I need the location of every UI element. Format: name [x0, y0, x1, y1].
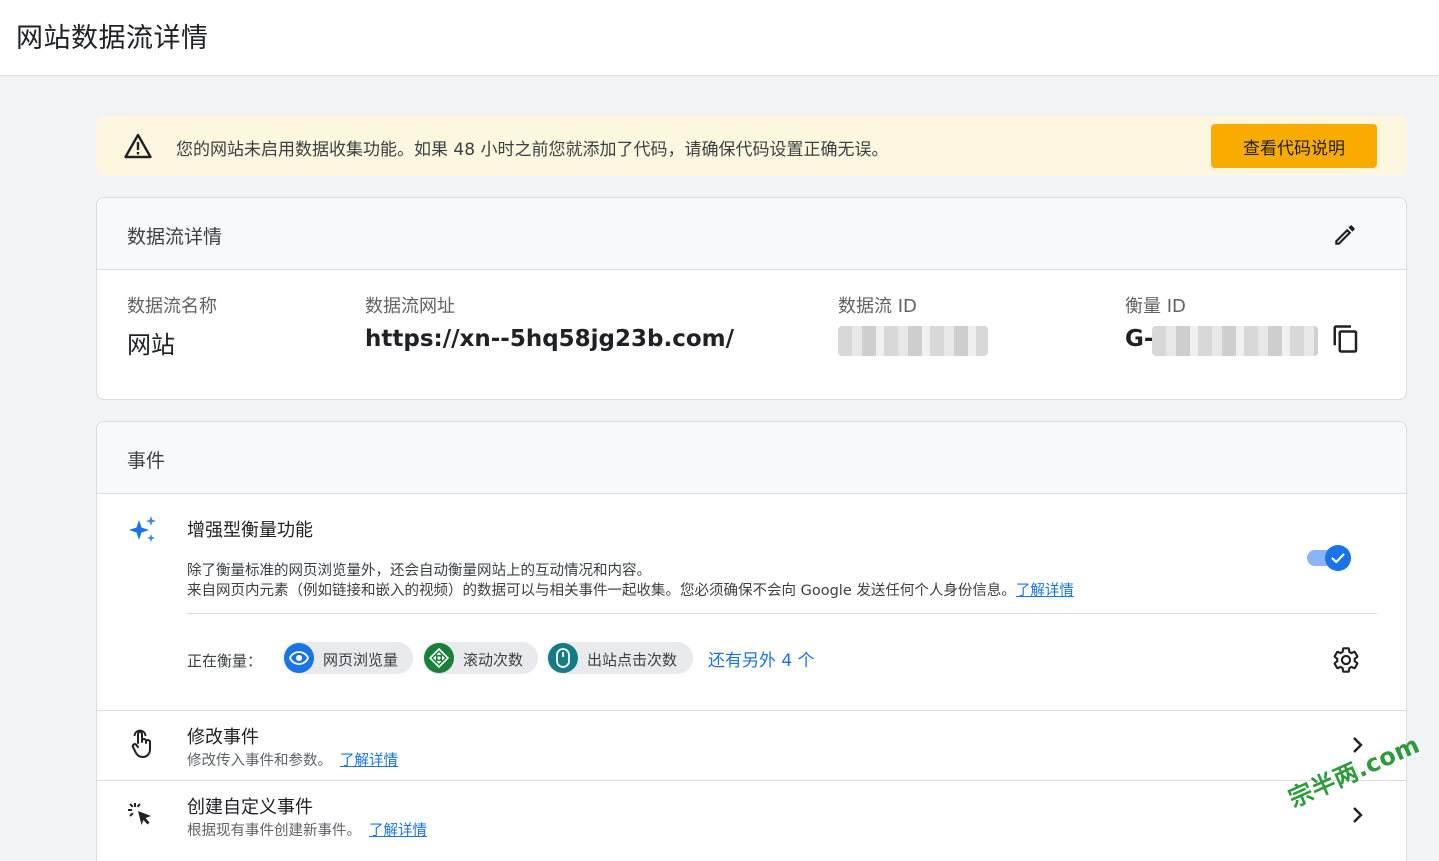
stream-name-value: 网站 [127, 331, 175, 359]
touch-hand-icon [131, 729, 151, 758]
measurement-id-redacted [1152, 326, 1318, 356]
chevron-right-icon [1353, 807, 1363, 823]
chip-icon-bg [424, 643, 454, 673]
stream-details-title: 数据流详情 [127, 226, 223, 248]
stream-details-header: 数据流详情 [97, 198, 1406, 270]
stream-url-label: 数据流网址 [365, 296, 455, 317]
mouse-icon [556, 648, 570, 668]
chip-label: 滚动次数 [463, 651, 524, 669]
click-cursor-icon [128, 803, 151, 825]
create-custom-events-desc: 根据现有事件创建新事件。 了解详情 [187, 819, 427, 840]
measurement-id-prefix: G- [1125, 326, 1154, 352]
gear-icon[interactable] [1332, 646, 1360, 674]
create-custom-events-learn-more-link[interactable]: 了解详情 [369, 823, 427, 839]
modify-events-desc-text: 修改传入事件和参数。 [187, 753, 332, 769]
sparkle-icon [129, 516, 156, 542]
scroll-diamond-icon [429, 648, 449, 668]
stream-details-card: 数据流详情 数据流名称 网站 数据流网址 https://xn--5hq58jg… [96, 197, 1407, 400]
page-title: 网站数据流详情 [16, 23, 209, 54]
more-measurements-link[interactable]: 还有另外 4 个 [708, 646, 815, 671]
eye-icon [289, 651, 309, 665]
stream-name-label: 数据流名称 [127, 296, 217, 317]
stream-url-value: https://xn--5hq58jg23b.com/ [365, 326, 735, 352]
view-code-instructions-button[interactable]: 查看代码说明 [1211, 124, 1377, 168]
events-header: 事件 [97, 422, 1406, 494]
enhanced-divider [187, 613, 1377, 614]
create-custom-events-title: 创建自定义事件 [187, 797, 313, 818]
create-custom-events-row[interactable]: 创建自定义事件 根据现有事件创建新事件。 了解详情 [97, 781, 1406, 850]
events-card: 事件 增强型衡量功能 除了衡量标准的网页浏览量外，还会自动衡量网站上的互动情况和… [96, 421, 1407, 861]
chip-page-views[interactable]: 网页浏览量 [283, 642, 413, 674]
chip-icon-bg [548, 643, 578, 673]
chip-label: 出站点击次数 [587, 651, 678, 669]
chip-label: 网页浏览量 [323, 651, 399, 669]
enhanced-measurement-title: 增强型衡量功能 [187, 520, 313, 541]
enhanced-desc-line1: 除了衡量标准的网页浏览量外，还会自动衡量网站上的互动情况和内容。 [187, 563, 651, 579]
create-custom-events-desc-text: 根据现有事件创建新事件。 [187, 823, 361, 839]
data-collection-alert: 您的网站未启用数据收集功能。如果 48 小时之前您就添加了代码，请确保代码设置正… [96, 116, 1407, 176]
check-icon [1331, 553, 1345, 564]
modify-events-desc: 修改传入事件和参数。 了解详情 [187, 749, 398, 770]
chip-scrolls[interactable]: 滚动次数 [423, 642, 538, 674]
chip-outbound-clicks[interactable]: 出站点击次数 [547, 642, 693, 674]
copy-icon[interactable] [1331, 324, 1361, 354]
enhanced-desc-line2: 来自网页内元素（例如链接和嵌入的视频）的数据可以与相关事件一起收集。您必须确保不… [187, 579, 1074, 600]
enhanced-learn-more-link[interactable]: 了解详情 [1016, 583, 1074, 599]
pencil-icon[interactable] [1332, 222, 1358, 248]
measuring-label: 正在衡量： [187, 652, 263, 670]
measurement-id-label: 衡量 ID [1125, 296, 1186, 317]
enhanced-measurement-toggle[interactable] [1307, 544, 1351, 572]
top-bar: 网站数据流详情 [0, 0, 1439, 76]
modify-events-title: 修改事件 [187, 727, 259, 748]
events-title: 事件 [127, 450, 166, 472]
modify-events-learn-more-link[interactable]: 了解详情 [340, 753, 398, 769]
enhanced-desc-line2-text: 来自网页内元素（例如链接和嵌入的视频）的数据可以与相关事件一起收集。您必须确保不… [187, 583, 1016, 599]
warning-triangle-icon [124, 133, 152, 159]
stream-id-label: 数据流 ID [838, 296, 917, 317]
alert-message: 您的网站未启用数据收集功能。如果 48 小时之前您就添加了代码，请确保代码设置正… [176, 140, 889, 160]
chip-icon-bg [284, 643, 314, 673]
toggle-knob [1325, 545, 1351, 571]
stream-id-redacted [838, 326, 988, 356]
modify-events-row[interactable]: 修改事件 修改传入事件和参数。 了解详情 [97, 711, 1406, 780]
